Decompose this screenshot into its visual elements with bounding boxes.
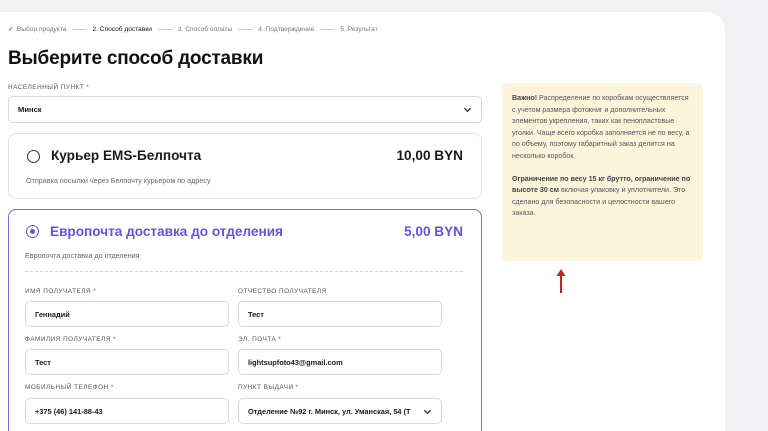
checkout-steps: ✓ Выбор продукта 2. Способ доставки 3. Сп… [8,25,378,34]
pickup-value: Отделение №92 г. Минск, ул. Уманская, 54… [248,406,411,416]
shipping-note: Важно! Распределение по коробкам осущест… [502,83,703,261]
divider [25,271,463,272]
step-payment[interactable]: 3. Способ оплаты [178,26,232,33]
step-label: 5. Результат [340,25,378,33]
patronymic-input[interactable]: Тест [238,301,442,327]
required-mark: * [86,84,90,91]
delivery-option-europochta[interactable]: Европочта доставка до отделения 5,00 BYN… [8,209,482,431]
chevron-down-icon [423,409,432,415]
option-price: 5,00 BYN [404,224,463,239]
red-arrow-up-icon [556,269,566,293]
radio-europochta[interactable] [26,225,39,238]
pickup-label: ПУНКТ ВЫДАЧИ * [238,384,299,391]
step-separator [238,28,253,30]
city-value: Минск [18,105,42,114]
email-label: ЭЛ. ПОЧТА * [238,336,282,343]
first-name-label: ИМЯ ПОЛУЧАТЕЛЯ * [25,288,97,295]
option-description: Отправка посылки через Белпочту курьером… [26,176,211,185]
page-title: Выберите способ доставки [8,48,264,69]
note-paragraph-1: Важно! Распределение по коробкам осущест… [512,94,690,160]
option-price: 10,00 BYN [396,148,464,163]
delivery-option-ems[interactable]: Курьер EMS-Белпочта 10,00 BYN Отправка п… [8,133,482,199]
step-separator [320,28,335,30]
step-confirmation[interactable]: 4. Подтверждение [258,26,314,33]
last-name-input[interactable]: Тест [25,349,229,375]
check-icon: ✓ [8,26,14,33]
note-paragraph-2: Ограничение по весу 15 кг брутто, ограни… [512,174,691,218]
city-select[interactable]: Минск [8,96,482,123]
step-label: Выбор продукта [16,25,67,33]
step-product[interactable]: ✓ Выбор продукта [8,25,67,34]
patronymic-label: ОТЧЕСТВО ПОЛУЧАТЕЛЯ [238,288,327,295]
pickup-select[interactable]: Отделение №92 г. Минск, ул. Уманская, 54… [238,398,442,424]
radio-ems[interactable] [27,150,40,163]
city-label: НАСЕЛЕННЫЙ ПУНКТ * [8,84,90,91]
email-input[interactable]: lightsupfoto43@gmail.com [238,349,442,375]
step-label: 2. Способ доставки [92,25,152,33]
step-label: 4. Подтверждение [258,25,315,33]
phone-input[interactable]: +375 (46) 141-88-43 [25,398,229,424]
step-delivery[interactable]: 2. Способ доставки [92,26,151,33]
step-separator [157,28,172,30]
last-name-label: ФАМИЛИЯ ПОЛУЧАТЕЛЯ * [25,336,116,343]
step-label: 3. Способ оплаты [177,25,233,33]
step-result[interactable]: 5. Результат [340,26,377,33]
phone-label: МОБИЛЬНЫЙ ТЕЛЕФОН * [25,384,114,391]
first-name-input[interactable]: Геннадий [25,301,229,327]
option-description: Европочта доставка до отделения [25,251,140,260]
step-separator [72,28,87,30]
option-title: Курьер EMS-Белпочта [51,148,202,163]
chevron-down-icon [463,107,472,113]
option-title: Европочта доставка до отделения [50,224,283,239]
